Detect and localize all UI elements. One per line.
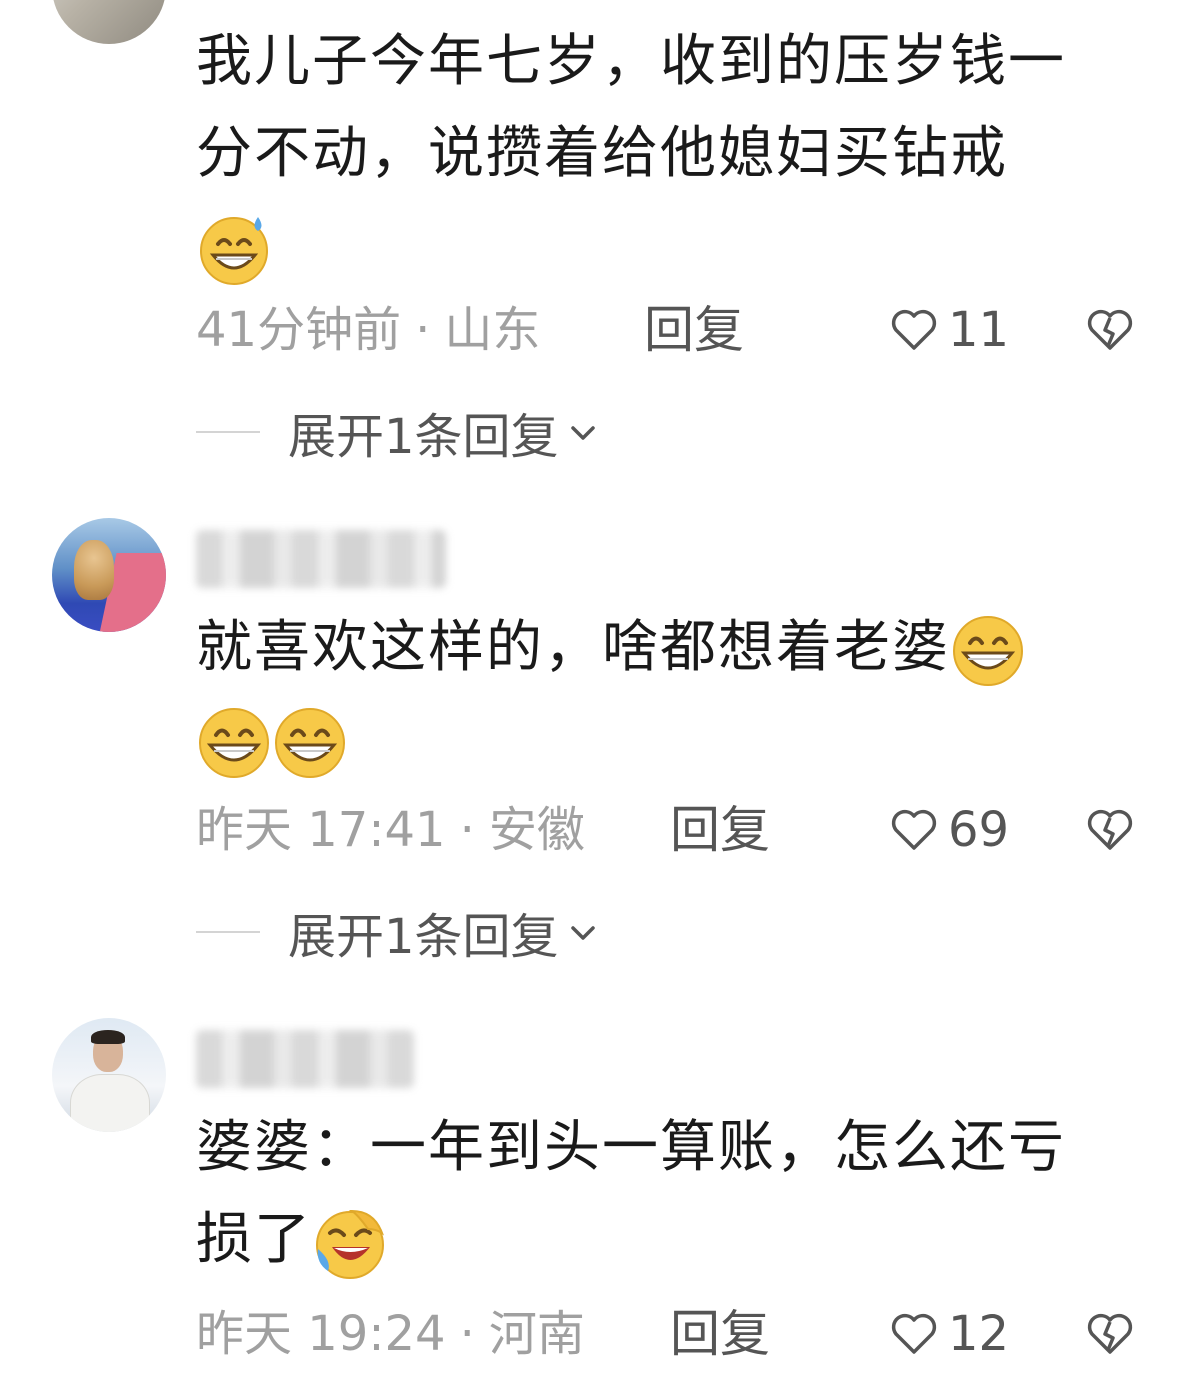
dislike-button[interactable] (1084, 304, 1136, 356)
heart-icon (891, 809, 937, 850)
heart-icon (891, 1313, 937, 1354)
broken-heart-icon (1087, 309, 1133, 350)
comment-meta: 昨天 19:24 · 河南 回复 12 (196, 1304, 1156, 1364)
like-count: 11 (948, 302, 1010, 358)
expand-replies-label: 展开1条回复 (288, 409, 559, 465)
avatar[interactable] (52, 0, 166, 44)
comment-text-line: 就喜欢这样的，啥都想着老婆 (196, 615, 950, 680)
expand-replies-button[interactable]: 展开1条回复 (196, 402, 603, 465)
comment-meta: 41分钟前 · 山东 回复 11 (196, 300, 1156, 360)
like-button[interactable]: 11 (888, 300, 1009, 360)
comment-text-line: 我儿子今年七岁，收到的压岁钱一 (196, 29, 1066, 94)
sweat-grin-emoji (196, 211, 272, 287)
dislike-button[interactable] (1084, 804, 1136, 856)
comment-location: 山东 (444, 302, 541, 358)
meta-separator: · (459, 802, 475, 858)
divider-line (196, 931, 260, 933)
comment-text-line: 损了 (196, 1207, 312, 1272)
username-blurred[interactable] (196, 530, 446, 588)
like-count: 12 (948, 1306, 1010, 1362)
meta-separator: · (415, 302, 431, 358)
heart-icon (891, 309, 937, 350)
comment-text-line: 婆婆：一年到头一算账，怎么还亏 (196, 1115, 1066, 1180)
reply-button[interactable]: 回复 (670, 1304, 770, 1364)
comment-text-line: 分不动，说攒着给他媳妇买钻戒 (196, 121, 1008, 186)
expand-replies-label: 展开1条回复 (288, 909, 559, 965)
comment-location: 河南 (488, 1306, 585, 1362)
grin-emoji (196, 705, 272, 781)
avatar[interactable] (52, 518, 166, 632)
comment-list: 我儿子今年七岁，收到的压岁钱一 分不动，说攒着给他媳妇买钻戒 41分钟前 · 山东 … (0, 0, 1200, 1385)
laugh-cry-emoji (312, 1205, 388, 1281)
dislike-button[interactable] (1084, 1308, 1136, 1360)
comment-time: 昨天 17:41 (196, 802, 446, 858)
comment-time: 昨天 19:24 (196, 1306, 446, 1362)
like-button[interactable]: 69 (888, 800, 1009, 860)
meta-separator: · (459, 1306, 475, 1362)
like-count: 69 (948, 802, 1010, 858)
broken-heart-icon (1087, 809, 1133, 850)
divider-line (196, 431, 260, 433)
grin-emoji (950, 613, 1026, 689)
comment-text: 就喜欢这样的，啥都想着老婆 (196, 602, 1156, 786)
comment-text: 我儿子今年七岁，收到的压岁钱一 分不动，说攒着给他媳妇买钻戒 (196, 16, 1156, 292)
comment-meta: 昨天 17:41 · 安徽 回复 69 (196, 800, 1156, 860)
broken-heart-icon (1087, 1313, 1133, 1354)
comment-location: 安徽 (488, 802, 585, 858)
chevron-down-icon (570, 926, 595, 940)
comment-time: 41分钟前 (196, 302, 402, 358)
like-button[interactable]: 12 (888, 1304, 1009, 1364)
avatar[interactable] (52, 1018, 166, 1132)
reply-button[interactable]: 回复 (644, 300, 744, 360)
reply-button[interactable]: 回复 (670, 800, 770, 860)
chevron-down-icon (570, 426, 595, 440)
username-blurred[interactable] (196, 1030, 414, 1088)
comment-text: 婆婆：一年到头一算账，怎么还亏 损了 (196, 1102, 1156, 1286)
grin-emoji (272, 705, 348, 781)
expand-replies-button[interactable]: 展开1条回复 (196, 902, 603, 965)
